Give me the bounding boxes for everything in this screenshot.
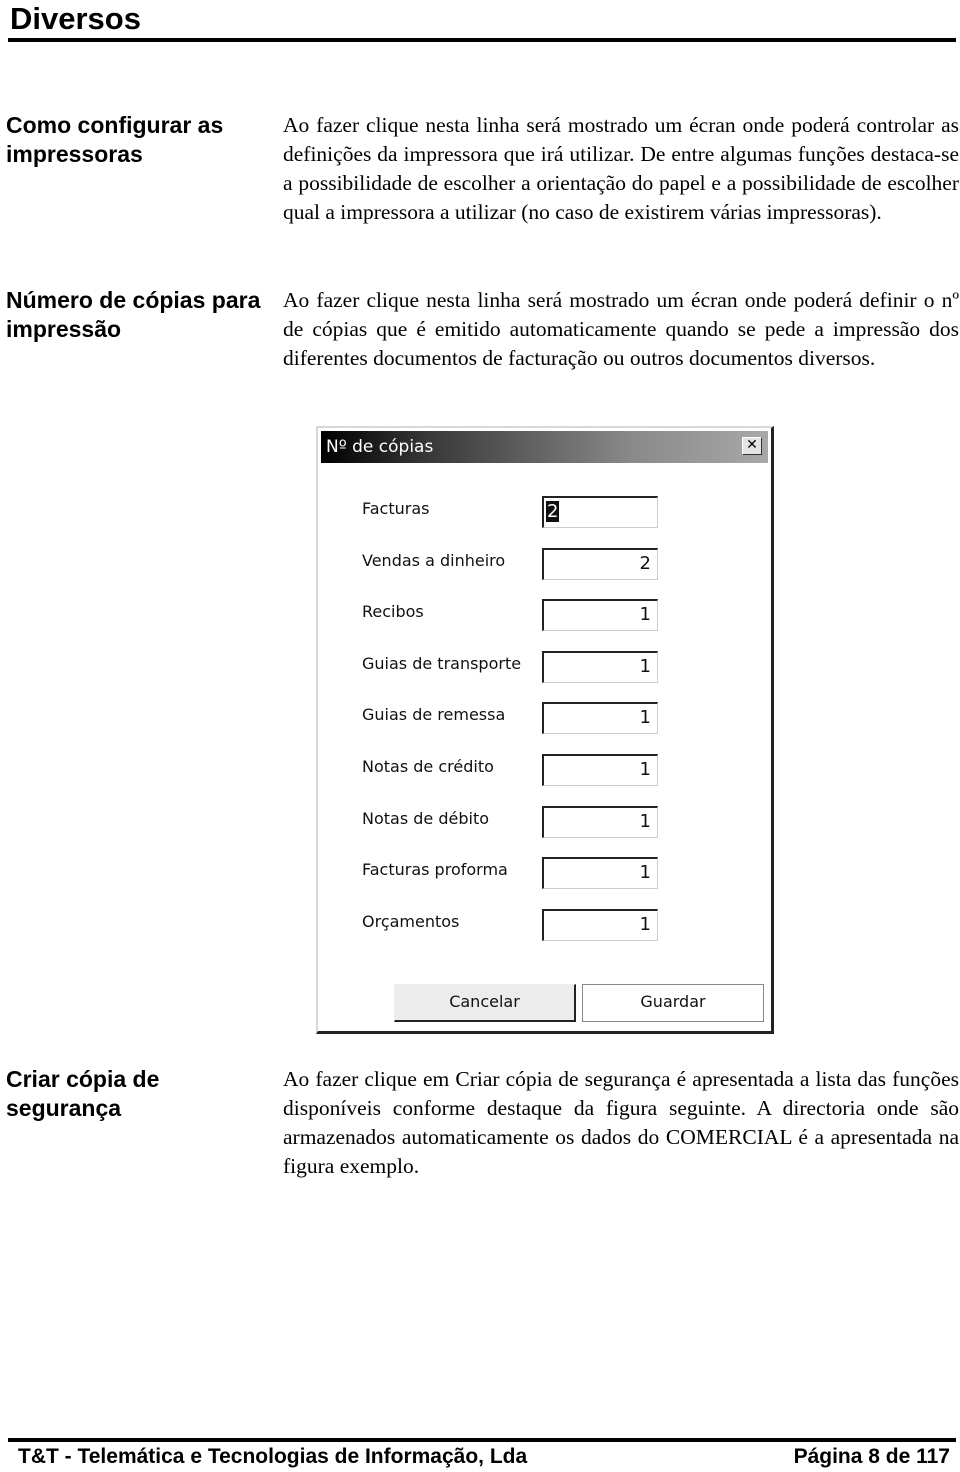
- section-label-copies: Número de cópias para impressão: [6, 287, 261, 342]
- close-icon: ✕: [746, 437, 758, 453]
- dialog-title: Nº de cópias: [326, 437, 434, 457]
- copies-value: 1: [639, 707, 651, 728]
- copies-value: 1: [639, 759, 651, 780]
- field-label: Notas de débito: [362, 809, 490, 828]
- section-body-printers: Ao fazer clique nesta linha será mostrad…: [283, 113, 959, 224]
- copies-input[interactable]: 1: [542, 857, 658, 889]
- field-label: Guias de remessa: [362, 705, 506, 724]
- field-row: Guias de remessa 1: [318, 702, 771, 738]
- copies-value: 1: [639, 862, 651, 883]
- field-row: Facturas 2: [318, 496, 771, 532]
- section-body-backup: Ao fazer clique em Criar cópia de segura…: [283, 1067, 959, 1178]
- cancel-button[interactable]: Cancelar: [394, 984, 576, 1022]
- copies-input[interactable]: 1: [542, 806, 658, 838]
- copies-dialog: Nº de cópias ✕ Facturas 2 Vendas a dinheir…: [316, 426, 774, 1034]
- copies-value: 2: [546, 501, 560, 522]
- copies-value: 1: [639, 811, 651, 832]
- field-row: Guias de transporte 1: [318, 651, 771, 687]
- footer-rule: [8, 1438, 956, 1442]
- dialog-titlebar: Nº de cópias ✕: [321, 431, 768, 463]
- title-rule: [8, 38, 956, 42]
- field-label: Recibos: [362, 602, 424, 621]
- section-label-printers: Como configurar as impressoras: [6, 112, 224, 167]
- field-label: Orçamentos: [362, 912, 460, 931]
- copies-input[interactable]: 2: [542, 496, 658, 528]
- field-label: Facturas: [362, 499, 430, 518]
- copies-value: 1: [639, 656, 651, 677]
- field-row: Orçamentos 1: [318, 909, 771, 945]
- copies-value: 1: [639, 914, 651, 935]
- section-label-backup: Criar cópia de segurança: [6, 1066, 160, 1121]
- page-title: Diversos: [10, 1, 141, 36]
- copies-input[interactable]: 2: [542, 548, 658, 580]
- copies-input[interactable]: 1: [542, 599, 658, 631]
- field-label: Notas de crédito: [362, 757, 494, 776]
- footer-page-number: Página 8 de 117: [793, 1445, 950, 1468]
- field-label: Facturas proforma: [362, 860, 508, 879]
- field-label: Guias de transporte: [362, 654, 522, 673]
- section-body-copies: Ao fazer clique nesta linha será mostrad…: [283, 288, 959, 370]
- copies-value: 2: [639, 553, 651, 574]
- copies-value: 1: [639, 604, 651, 625]
- field-row: Vendas a dinheiro 2: [318, 548, 771, 584]
- save-button[interactable]: Guardar: [582, 984, 764, 1022]
- field-row: Notas de débito 1: [318, 806, 771, 842]
- footer-company: T&T - Telemática e Tecnologias de Inform…: [18, 1445, 528, 1468]
- close-button[interactable]: ✕: [742, 437, 762, 455]
- copies-input[interactable]: 1: [542, 651, 658, 683]
- field-row: Facturas proforma 1: [318, 857, 771, 893]
- field-label: Vendas a dinheiro: [362, 551, 506, 570]
- field-row: Notas de crédito 1: [318, 754, 771, 790]
- field-row: Recibos 1: [318, 599, 771, 635]
- copies-input[interactable]: 1: [542, 754, 658, 786]
- copies-input[interactable]: 1: [542, 909, 658, 941]
- copies-input[interactable]: 1: [542, 702, 658, 734]
